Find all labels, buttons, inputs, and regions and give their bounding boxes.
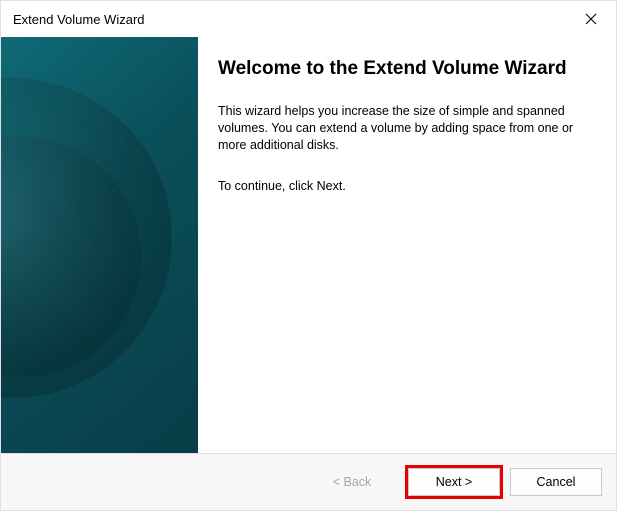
content-area: Welcome to the Extend Volume Wizard This…: [1, 37, 616, 454]
window-title: Extend Volume Wizard: [13, 12, 145, 27]
wizard-banner-image: [1, 37, 198, 453]
continue-hint: To continue, click Next.: [218, 179, 586, 193]
close-button[interactable]: [568, 3, 614, 35]
wizard-description: This wizard helps you increase the size …: [218, 103, 578, 154]
wizard-window: Extend Volume Wizard Welcome to the Exte…: [0, 0, 617, 511]
cancel-button[interactable]: Cancel: [510, 468, 602, 496]
next-button[interactable]: Next >: [408, 468, 500, 496]
close-icon: [585, 13, 597, 25]
page-heading: Welcome to the Extend Volume Wizard: [218, 57, 586, 81]
titlebar: Extend Volume Wizard: [1, 1, 616, 37]
button-footer: < Back Next > Cancel: [1, 454, 616, 510]
back-button: < Back: [306, 468, 398, 496]
main-panel: Welcome to the Extend Volume Wizard This…: [198, 37, 616, 453]
